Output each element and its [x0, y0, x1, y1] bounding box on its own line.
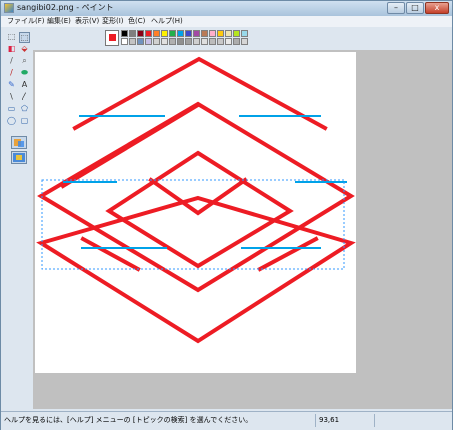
brush-icon[interactable]: ⬬ [19, 68, 30, 79]
curve-tool-icon[interactable]: 〳 [19, 92, 30, 103]
palette-swatch[interactable] [225, 38, 232, 45]
canvas-drawing [36, 56, 356, 344]
palette-swatch[interactable] [161, 38, 168, 45]
free-select-icon[interactable]: ⬚ [6, 32, 17, 43]
palette-swatch[interactable] [145, 38, 152, 45]
menu-colors[interactable]: 色(C) [128, 17, 145, 26]
minimize-button[interactable]: – [387, 2, 405, 14]
menu-edit[interactable]: 編集(E) [47, 17, 71, 26]
lower-diamond [36, 195, 356, 344]
drawing-canvas[interactable] [35, 52, 356, 373]
polygon-tool-icon[interactable]: ⬠ [19, 104, 30, 115]
toolbox: ⬚ ⬚ ◧ ⬙ / ⌕ / ⬬ ✎ A \ 〳 ▭ ⬠ ◯ ▢ [3, 30, 31, 412]
diamond-left-upper [60, 102, 201, 189]
foreground-color [109, 34, 116, 41]
palette-swatch[interactable] [153, 30, 160, 37]
status-help-text: ヘルプを見るには、[ヘルプ] メニューの [トピックの検索] を選んでください。 [4, 416, 253, 424]
color-picker-icon[interactable]: / [6, 56, 17, 67]
palette-swatch[interactable] [209, 38, 216, 45]
palette-swatch[interactable] [233, 38, 240, 45]
palette-swatch[interactable] [121, 30, 128, 37]
rounded-rect-tool-icon[interactable]: ▢ [19, 116, 30, 127]
palette-swatch[interactable] [185, 38, 192, 45]
status-divider [374, 414, 375, 427]
palette-swatch[interactable] [145, 30, 152, 37]
palette-swatch[interactable] [177, 30, 184, 37]
palette-swatch[interactable] [201, 38, 208, 45]
window-title: sangibi02.png - ペイント [17, 3, 114, 12]
palette-swatch[interactable] [129, 30, 136, 37]
rectangle-tool-icon[interactable]: ▭ [6, 104, 17, 115]
palette-swatch[interactable] [177, 38, 184, 45]
palette-swatch[interactable] [217, 38, 224, 45]
eraser-icon[interactable]: ◧ [6, 44, 17, 55]
paint-app-icon [4, 3, 14, 13]
palette-swatch[interactable] [129, 38, 136, 45]
menu-file[interactable]: ファイル(F) [7, 17, 45, 26]
menu-view[interactable]: 表示(V) [75, 17, 99, 26]
palette-swatch[interactable] [169, 38, 176, 45]
palette-swatch[interactable] [233, 30, 240, 37]
palette-swatch[interactable] [169, 30, 176, 37]
palette-swatch[interactable] [193, 38, 200, 45]
palette-swatch[interactable] [225, 30, 232, 37]
palette-swatch[interactable] [193, 30, 200, 37]
palette-swatch[interactable] [241, 38, 248, 45]
palette-swatch[interactable] [121, 38, 128, 45]
maximize-button[interactable]: □ [406, 2, 424, 14]
palette-swatch[interactable] [137, 38, 144, 45]
paint-window: sangibi02.png - ペイント – □ x ファイル(F) 編集(E)… [0, 0, 453, 430]
airbrush-icon[interactable]: ✎ [6, 80, 17, 91]
menu-help[interactable]: ヘルプ(H) [151, 17, 183, 26]
current-color-indicator[interactable] [105, 30, 119, 46]
menu-image[interactable]: 変形(I) [102, 17, 124, 26]
transparent-option-icon[interactable] [11, 136, 27, 149]
palette-swatch[interactable] [185, 30, 192, 37]
palette-swatch[interactable] [201, 30, 208, 37]
palette-swatch[interactable] [137, 30, 144, 37]
ellipse-tool-icon[interactable]: ◯ [6, 116, 17, 127]
palette-swatch[interactable] [153, 38, 160, 45]
canvas-scroll-area[interactable] [33, 50, 452, 409]
top-chevron [72, 56, 328, 131]
palette-swatch[interactable] [217, 30, 224, 37]
status-cursor-coordinates: 93,61 [319, 416, 340, 424]
status-bar: ヘルプを見るには、[ヘルプ] メニューの [トピックの検索] を選んでください。… [1, 411, 452, 430]
close-button[interactable]: x [425, 2, 449, 14]
status-divider [315, 414, 316, 427]
lower-left-tick [80, 236, 141, 272]
color-palette [105, 30, 248, 48]
palette-swatch[interactable] [241, 30, 248, 37]
lower-right-tick [257, 236, 319, 272]
rect-select-icon[interactable]: ⬚ [19, 32, 30, 43]
text-tool-icon[interactable]: A [19, 80, 30, 91]
opaque-option-icon[interactable] [11, 151, 27, 164]
palette-swatch[interactable] [209, 30, 216, 37]
line-tool-icon[interactable]: \ [6, 92, 17, 103]
menu-bar: ファイル(F) 編集(E) 表示(V) 変形(I) 色(C) ヘルプ(H) [1, 16, 452, 27]
fill-bucket-icon[interactable]: ⬙ [19, 44, 30, 55]
pencil-icon[interactable]: / [6, 68, 17, 79]
magnifier-icon[interactable]: ⌕ [19, 56, 30, 67]
palette-swatch[interactable] [161, 30, 168, 37]
title-bar[interactable]: sangibi02.png - ペイント – □ x [1, 1, 452, 17]
